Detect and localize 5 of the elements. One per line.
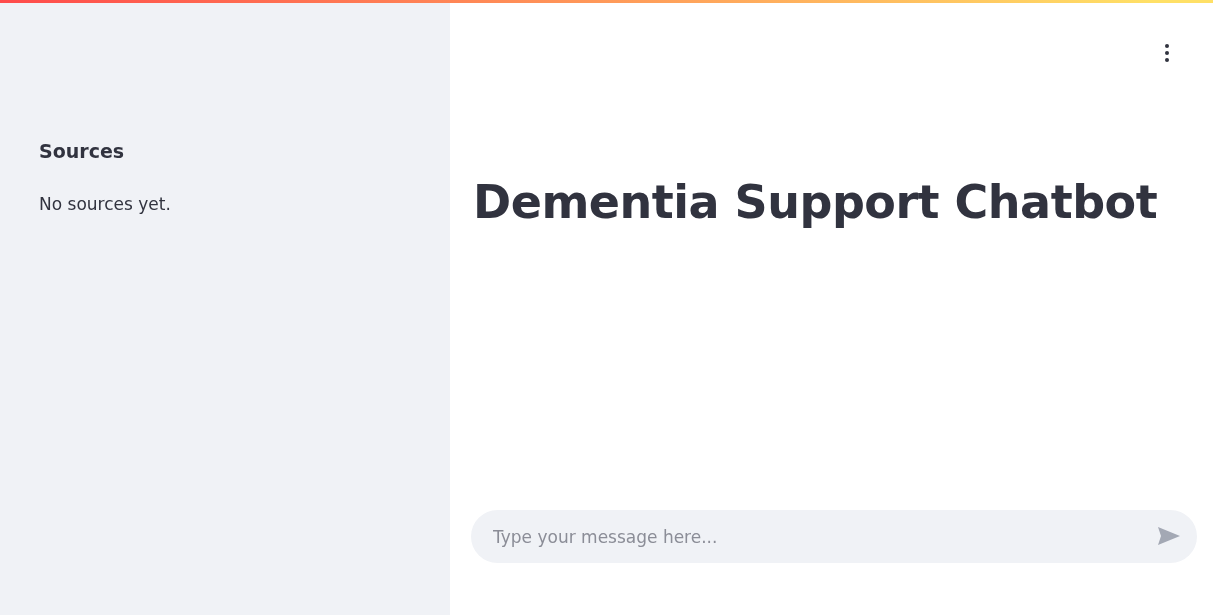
chat-input[interactable]: Type your message here... xyxy=(471,510,1197,563)
sidebar-heading: Sources xyxy=(39,139,126,164)
page-title: Dementia Support Chatbot xyxy=(473,175,1159,231)
menu-icon[interactable] xyxy=(1164,43,1170,63)
empty-message: No sources yet. xyxy=(39,192,172,216)
